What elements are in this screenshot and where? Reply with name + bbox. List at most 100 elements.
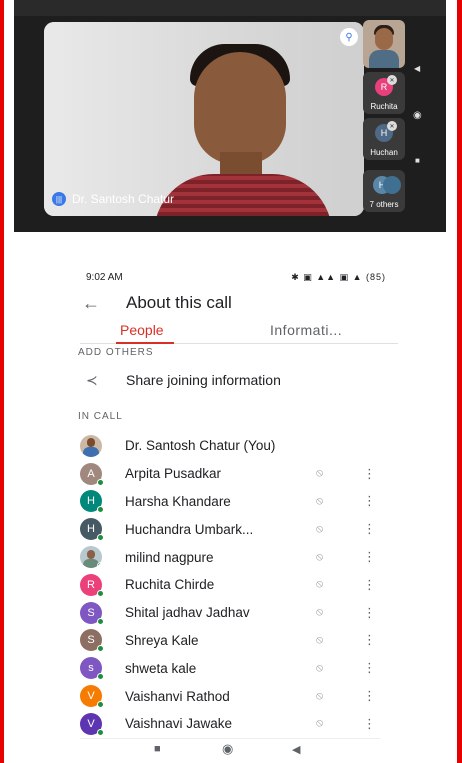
participant-avatar: S	[80, 601, 104, 625]
avatar-initial: R	[87, 578, 95, 591]
participant-row[interactable]: S Shital jadhav Jadhav ⦸ ⋮	[80, 599, 380, 627]
more-options-icon[interactable]: ⋮	[363, 605, 376, 621]
presence-dot	[97, 562, 102, 569]
avatar-body	[83, 446, 99, 457]
participant-row[interactable]: S Shreya Kale ⦸ ⋮	[80, 627, 380, 655]
more-options-icon[interactable]: ⋮	[363, 493, 376, 509]
mic-off-icon: ⦸	[316, 717, 324, 730]
share-joining-info-label: Share joining information	[126, 372, 281, 388]
participant-avatar: s	[80, 657, 104, 681]
tab-people[interactable]: People	[120, 322, 164, 338]
participant-avatar: A	[80, 462, 104, 486]
page-title: About this call	[126, 293, 232, 312]
participant-row[interactable]: A Arpita Pusadkar ⦸ ⋮	[80, 460, 380, 488]
back-arrow-icon[interactable]: ←	[82, 293, 126, 314]
page-header: ← About this call	[82, 291, 402, 315]
tile-label: Ruchita	[370, 102, 398, 111]
home-circle-icon[interactable]: ◉	[413, 110, 422, 121]
participant-name: milind nagpure	[125, 549, 214, 565]
participant-name: Dr. Santosh Chatur (You)	[125, 438, 276, 454]
avatar-initial: s	[88, 662, 94, 675]
presence-dot	[97, 478, 104, 486]
participant-tile-others[interactable]: H 7 others	[363, 170, 405, 212]
speaker-name: Dr. Santosh Chatur	[72, 192, 175, 206]
back-triangle-icon[interactable]: ◀	[414, 64, 420, 73]
participant-row[interactable]: s shweta kale ⦸ ⋮	[80, 654, 380, 682]
mic-off-icon: ⦸	[316, 522, 324, 535]
participant-list: Dr. Santosh Chatur (You) A Arpita Pusadk…	[80, 432, 380, 738]
self-shirt	[369, 50, 399, 68]
avatar-initial: S	[87, 634, 95, 647]
status-time: 9:02 AM	[86, 272, 123, 283]
presence-dot	[97, 701, 104, 709]
avatar-face	[87, 550, 95, 560]
participant-avatar	[80, 434, 102, 457]
presence-dot	[97, 673, 104, 681]
participant-name: Shreya Kale	[125, 632, 199, 648]
presence-dot	[97, 506, 104, 514]
tile-avatar-photo	[383, 176, 401, 194]
more-options-icon[interactable]: ⋮	[363, 660, 376, 676]
mic-off-icon: ✕	[387, 121, 397, 131]
speaker-name-label: ||| Dr. Santosh Chatur	[52, 192, 174, 206]
more-options-icon[interactable]: ⋮	[363, 577, 376, 593]
participant-avatar: V	[80, 685, 104, 709]
mic-off-icon: ⦸	[316, 661, 324, 674]
recents-square-icon[interactable]: ■	[154, 743, 161, 755]
more-options-icon[interactable]: ⋮	[363, 632, 376, 648]
home-circle-icon[interactable]: ◉	[222, 741, 233, 757]
pin-icon[interactable]: ⚲	[340, 28, 358, 46]
main-video-tile[interactable]: ⚲ ||| Dr. Santosh Chatur	[44, 22, 364, 216]
video-call-area: ⚲ ||| Dr. Santosh Chatur R ✕ Ruchita H ✕…	[14, 0, 446, 232]
section-label-in-call: IN CALL	[78, 411, 123, 422]
participant-name: shweta kale	[125, 660, 197, 676]
presence-dot	[97, 645, 104, 653]
more-options-icon[interactable]: ⋮	[363, 688, 376, 704]
speaking-indicator-icon: |||	[52, 192, 66, 206]
presence-dot	[97, 728, 104, 736]
participant-tile-huchan[interactable]: H ✕ Huchan	[363, 118, 405, 160]
avatar-initial: V	[87, 717, 95, 730]
mic-off-icon: ✕	[387, 75, 397, 85]
active-tab-indicator	[116, 342, 174, 344]
mic-off-icon: ⦸	[316, 606, 324, 619]
participant-row[interactable]: H Huchandra Umbark... ⦸ ⋮	[80, 515, 380, 543]
mic-off-icon: ⦸	[316, 689, 324, 702]
presence-dot	[97, 534, 104, 542]
share-joining-info-row[interactable]: ≺ Share joining information	[86, 370, 386, 390]
participant-name: Shital jadhav Jadhav	[125, 605, 250, 621]
participant-row[interactable]: R Ruchita Chirde ⦸ ⋮	[80, 571, 380, 599]
participant-name: Vaishnavi Jawake	[125, 716, 233, 732]
self-video-tile[interactable]	[363, 20, 405, 68]
participant-name: Harsha Khandare	[125, 493, 231, 509]
more-options-icon[interactable]: ⋮	[363, 466, 376, 482]
call-top-bar	[14, 0, 446, 16]
participant-row[interactable]: V Vaishnavi Jawake ⦸ ⋮	[80, 710, 380, 738]
mic-off-icon: ⦸	[316, 467, 324, 480]
mic-off-icon: ⦸	[316, 633, 324, 646]
tab-information[interactable]: Informati...	[270, 322, 342, 338]
recents-square-icon[interactable]: ■	[415, 156, 420, 165]
participant-tile-ruchita[interactable]: R ✕ Ruchita	[363, 72, 405, 114]
back-triangle-icon[interactable]: ◀	[292, 743, 300, 756]
participant-row[interactable]: V Vaishanvi Rathod ⦸ ⋮	[80, 682, 380, 710]
more-options-icon[interactable]: ⋮	[363, 549, 376, 565]
speaker-face	[194, 52, 286, 164]
avatar-initial: A	[87, 467, 95, 480]
avatar-initial: V	[87, 690, 95, 703]
participant-avatar: S	[80, 629, 104, 653]
participant-name: Ruchita Chirde	[125, 577, 215, 593]
more-options-icon[interactable]: ⋮	[363, 521, 376, 537]
section-label-add-others: ADD OTHERS	[78, 347, 154, 358]
more-options-icon[interactable]: ⋮	[363, 716, 376, 732]
tab-bar: People Informati...	[80, 320, 398, 344]
avatar-face	[87, 437, 95, 447]
avatar-initial: S	[87, 606, 95, 619]
participant-row[interactable]: H Harsha Khandare ⦸ ⋮	[80, 488, 380, 516]
avatar-initial: H	[87, 495, 95, 508]
participant-row[interactable]: milind nagpure ⦸ ⋮	[80, 543, 380, 571]
status-icons: ✱ ▣ ▲▲ ▣ ▲ (85)	[291, 272, 386, 282]
android-nav-bar: ■ ◉ ◀	[80, 738, 380, 760]
participant-row[interactable]: Dr. Santosh Chatur (You)	[80, 432, 380, 460]
mic-off-icon: ⦸	[316, 494, 324, 507]
